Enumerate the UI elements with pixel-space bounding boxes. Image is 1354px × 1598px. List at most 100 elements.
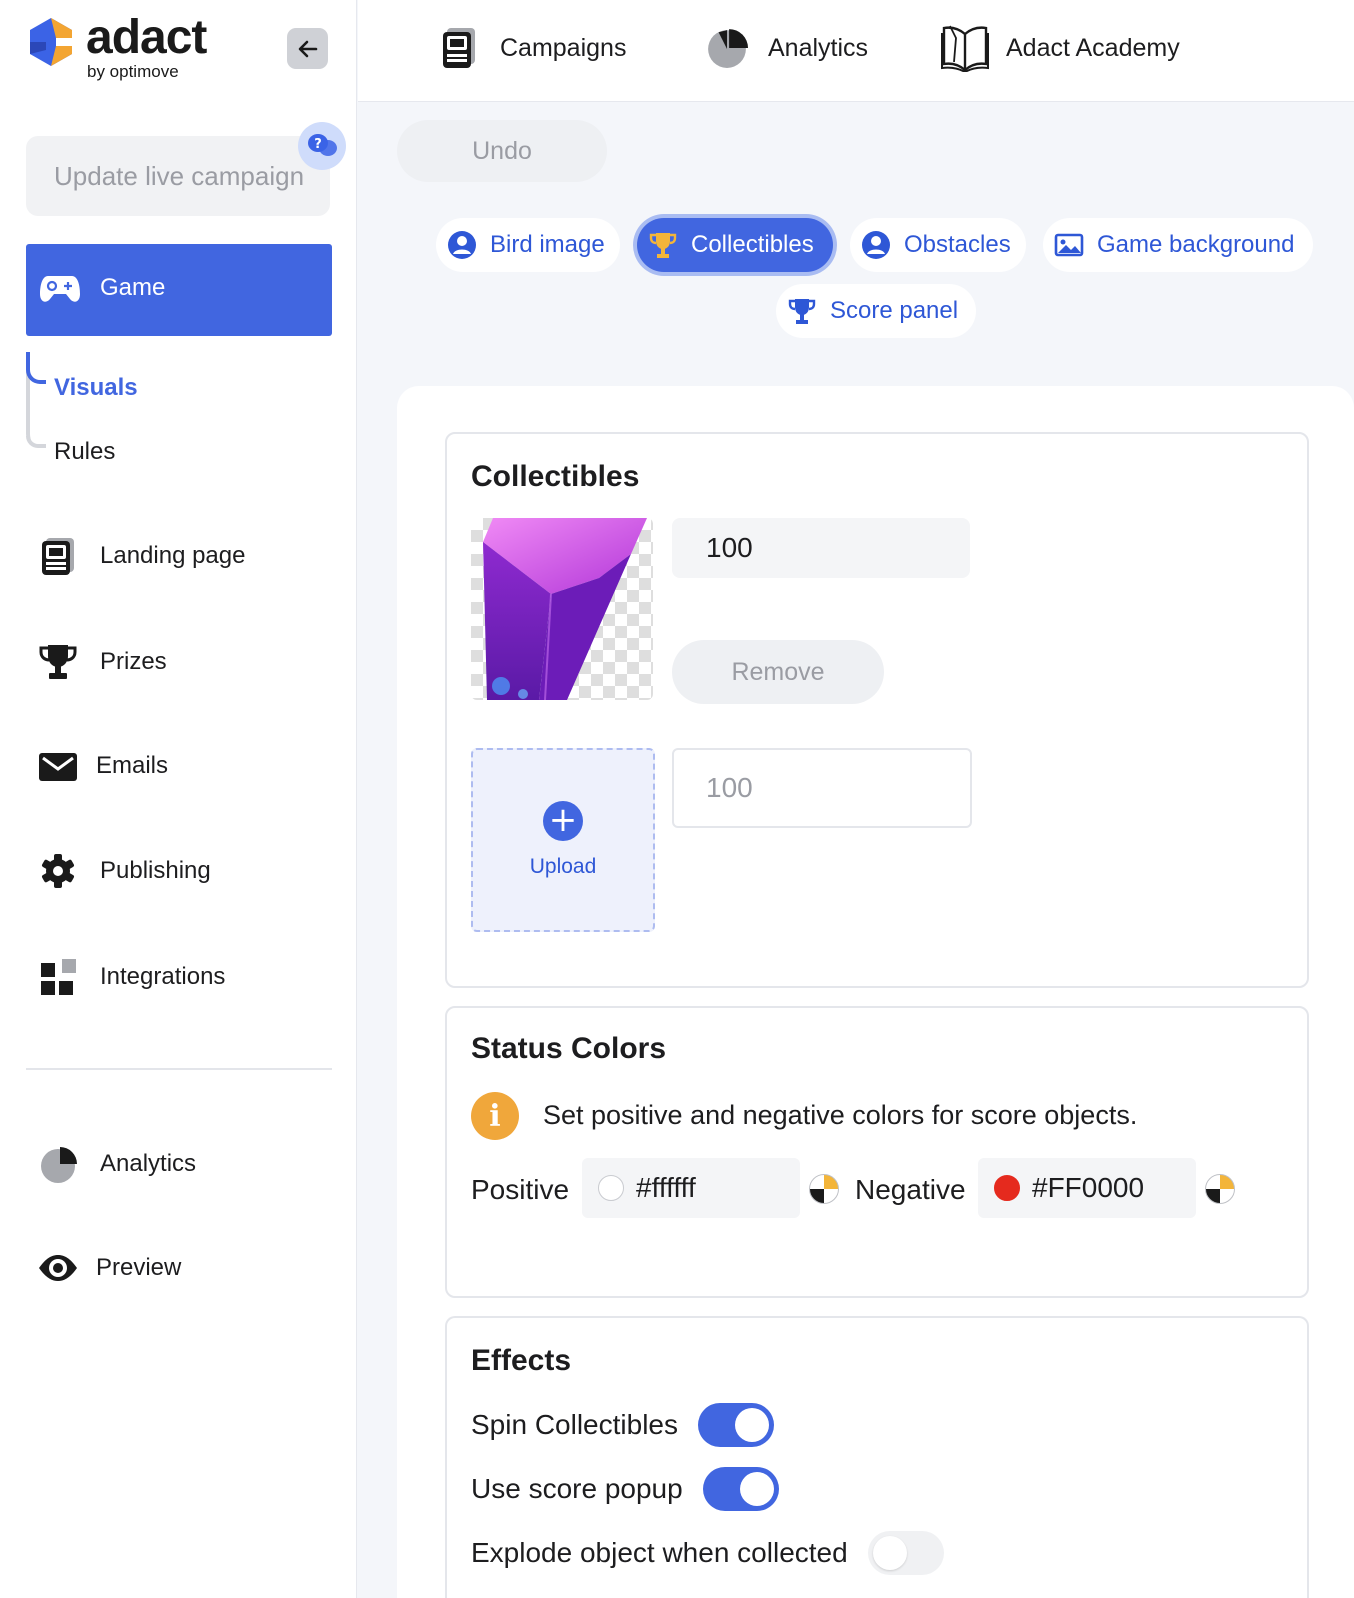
- negative-color-swatch: [994, 1175, 1020, 1201]
- trophy-icon: [39, 645, 77, 679]
- effects-title: Effects: [471, 1344, 572, 1377]
- campaigns-icon: [443, 28, 475, 68]
- top-nav-analytics[interactable]: Analytics: [702, 22, 868, 74]
- pie-chart-icon: [708, 29, 748, 68]
- score-popup-toggle[interactable]: [702, 1467, 779, 1511]
- status-colors-title: Status Colors: [471, 1032, 667, 1065]
- sidebar-item-publishing[interactable]: Publishing: [36, 849, 336, 893]
- subnav-track-end: [26, 436, 46, 448]
- sidebar-item-prizes[interactable]: Prizes: [36, 640, 336, 684]
- subnav-active-indicator: [26, 352, 46, 384]
- integrations-icon: [41, 959, 76, 995]
- subnav-item-visuals[interactable]: Visuals: [54, 374, 138, 402]
- plus-icon: +: [543, 801, 583, 841]
- adact-logo-icon: [30, 18, 72, 66]
- sidebar-item-game[interactable]: Game: [26, 244, 332, 336]
- score-popup-row: Use score popup: [471, 1466, 779, 1512]
- explode-object-toggle[interactable]: [867, 1531, 944, 1575]
- tab-bird-image-label: Bird image: [490, 231, 605, 258]
- effects-card: Effects Spin Collectibles Use score popu…: [445, 1316, 1309, 1598]
- top-nav-campaigns[interactable]: Campaigns: [434, 22, 626, 74]
- top-nav-academy-label: Adact Academy: [1006, 33, 1180, 62]
- sidebar-item-integrations[interactable]: Integrations: [36, 955, 336, 999]
- collectibles-title: Collectibles: [471, 460, 640, 493]
- tab-game-background[interactable]: Game background: [1043, 218, 1313, 272]
- image-icon: [1054, 233, 1084, 257]
- user-circle-icon: [448, 231, 476, 259]
- positive-color-value: #ffffff: [636, 1172, 696, 1203]
- help-chat-button[interactable]: ?: [298, 122, 346, 170]
- collectible-image-thumbnail[interactable]: [471, 518, 653, 700]
- user-circle-icon: [862, 231, 890, 259]
- collectible-score-value[interactable]: 100: [672, 518, 970, 578]
- remove-collectible-button[interactable]: Remove: [672, 640, 884, 704]
- spin-collectibles-toggle[interactable]: [698, 1403, 774, 1447]
- trophy-icon: [788, 299, 816, 324]
- status-colors-info: Set positive and negative colors for sco…: [543, 1100, 1138, 1130]
- gear-icon: [42, 854, 74, 888]
- explode-object-label: Explode object when collected: [471, 1537, 848, 1568]
- brand-sub: by optimove: [87, 62, 179, 81]
- positive-color-input[interactable]: #ffffff: [582, 1158, 800, 1218]
- arrow-left-icon: [298, 40, 317, 57]
- brand-name: adact: [86, 11, 207, 64]
- landing-page-icon: [42, 538, 74, 575]
- positive-color-picker-icon[interactable]: [809, 1174, 839, 1204]
- svg-text:?: ?: [314, 137, 322, 152]
- envelope-icon: [39, 753, 77, 781]
- sidebar-item-label: Integrations: [100, 963, 226, 990]
- sidebar: adact by optimove Update live campaign ?…: [0, 0, 357, 1598]
- negative-color-picker-icon[interactable]: [1205, 1174, 1235, 1204]
- tab-obstacles[interactable]: Obstacles: [850, 218, 1026, 272]
- tab-game-background-label: Game background: [1097, 231, 1295, 258]
- tab-score-panel[interactable]: Score panel: [776, 284, 976, 338]
- top-navigation: Campaigns Analytics Adact Academy: [358, 0, 1354, 102]
- sidebar-item-label: Publishing: [100, 857, 211, 884]
- sidebar-divider: [26, 1068, 332, 1070]
- top-nav-academy[interactable]: Adact Academy: [940, 22, 1180, 74]
- sidebar-item-preview[interactable]: Preview: [36, 1246, 336, 1290]
- eye-icon: [39, 1255, 77, 1281]
- status-colors-card: Status Colors i Set positive and negativ…: [445, 1006, 1309, 1298]
- sidebar-item-emails[interactable]: Emails: [36, 744, 336, 788]
- gamepad-icon: [40, 276, 80, 302]
- help-chat-icon: ?: [308, 134, 337, 156]
- trophy-icon: [649, 233, 677, 258]
- sidebar-item-label: Analytics: [100, 1150, 197, 1177]
- collectibles-card: Collectibles 100 Remove + Upload 100: [445, 432, 1309, 988]
- positive-color-swatch: [598, 1175, 624, 1201]
- collapse-sidebar-button[interactable]: [287, 28, 328, 69]
- new-collectible-score-input[interactable]: [672, 748, 972, 828]
- top-nav-analytics-label: Analytics: [768, 33, 869, 62]
- subnav-item-rules[interactable]: Rules: [54, 438, 115, 466]
- tab-obstacles-label: Obstacles: [904, 231, 1011, 258]
- adact-logo[interactable]: adact by optimove: [26, 11, 246, 84]
- sidebar-item-analytics[interactable]: Analytics: [36, 1142, 336, 1186]
- score-popup-label: Use score popup: [471, 1473, 683, 1504]
- open-book-icon: [941, 25, 989, 72]
- upload-label: Upload: [529, 855, 597, 878]
- gem-image: [483, 518, 647, 700]
- sidebar-item-label: Landing page: [100, 542, 246, 569]
- spin-collectibles-row: Spin Collectibles: [471, 1402, 774, 1448]
- sidebar-item-label: Prizes: [100, 648, 167, 675]
- top-nav-campaigns-label: Campaigns: [500, 33, 627, 62]
- sidebar-item-game-label: Game: [100, 274, 166, 301]
- negative-color-value: #FF0000: [1032, 1172, 1145, 1203]
- tab-collectibles[interactable]: Collectibles: [637, 218, 833, 272]
- update-live-campaign-button[interactable]: Update live campaign: [26, 136, 330, 216]
- spin-collectibles-label: Spin Collectibles: [471, 1409, 678, 1440]
- tab-collectibles-label: Collectibles: [691, 231, 814, 258]
- sidebar-item-landing-page[interactable]: Landing page: [36, 534, 336, 578]
- negative-color-input[interactable]: #FF0000: [978, 1158, 1196, 1218]
- info-icon: i: [471, 1092, 519, 1140]
- tab-bird-image[interactable]: Bird image: [436, 218, 620, 272]
- upload-collectible-dropzone[interactable]: + Upload: [471, 748, 655, 932]
- sidebar-item-label: Preview: [96, 1254, 182, 1281]
- tab-score-panel-label: Score panel: [830, 297, 959, 324]
- undo-button[interactable]: Undo: [397, 120, 607, 182]
- negative-label: Negative: [855, 1174, 966, 1205]
- sidebar-item-label: Emails: [96, 752, 169, 779]
- explode-object-row: Explode object when collected: [471, 1530, 944, 1576]
- pie-chart-icon: [41, 1147, 77, 1183]
